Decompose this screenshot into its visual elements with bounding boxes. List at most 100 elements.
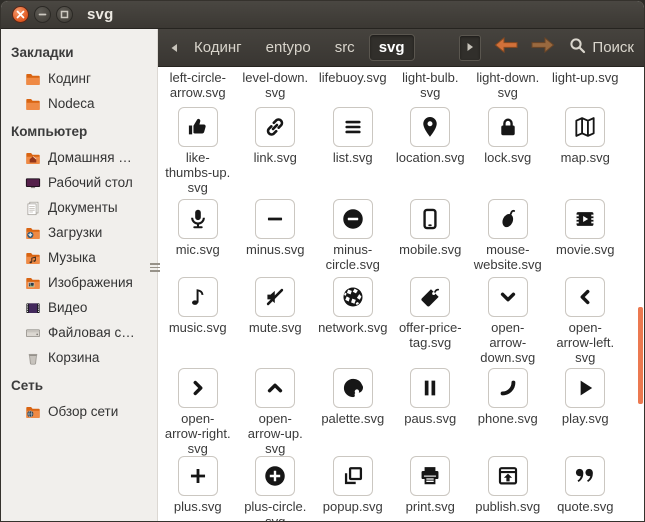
file-item[interactable]: link.svg (237, 107, 315, 195)
back-button[interactable] (494, 36, 518, 58)
path-toolbar: Кодинг entypo src svg Поиск (158, 29, 644, 67)
file-item[interactable]: offer-price- tag.svg (392, 277, 470, 365)
file-name-label: link.svg (253, 150, 297, 165)
file-item[interactable]: quote.svg (547, 456, 625, 521)
file-manager-window: svg Закладки Кодинг Nodeca Компьютер Домашня… (0, 0, 645, 522)
file-name-label: palette.svg (321, 411, 385, 426)
breadcrumb-item-svg[interactable]: svg (368, 34, 415, 61)
file-item[interactable]: map.svg (547, 107, 625, 195)
sidebar-item-videos[interactable]: Видео (1, 295, 157, 320)
file-thumbnail (255, 277, 296, 317)
sidebar-item-koding[interactable]: Кодинг (1, 66, 157, 91)
music-folder-icon (25, 250, 41, 266)
search-button[interactable]: Поиск (569, 37, 634, 59)
sidebar-item-label: Видео (48, 300, 88, 315)
sidebar-item-nodeca[interactable]: Nodeca (1, 91, 157, 116)
file-name-label: open- arrow-up. svg (247, 411, 303, 456)
file-item[interactable]: network.svg (314, 277, 392, 365)
file-item[interactable]: plus-circle. svg (237, 456, 315, 522)
sidebar-item-network-browse[interactable]: Обзор сети (1, 399, 157, 424)
documents-icon (25, 200, 41, 216)
file-item[interactable]: mobile.svg (392, 199, 470, 272)
pane-resize-handle[interactable] (150, 263, 160, 272)
mute-icon (262, 284, 288, 310)
file-item[interactable]: popup.svg (314, 456, 392, 521)
sidebar-item-documents[interactable]: Документы (1, 195, 157, 220)
file-item[interactable]: lock.svg (469, 107, 547, 195)
file-item[interactable]: minus.svg (237, 199, 315, 272)
breadcrumb-item-entypo[interactable]: entypo (256, 34, 321, 61)
play-icon (572, 375, 598, 401)
file-name-label: location.svg (395, 150, 465, 165)
file-item[interactable]: list.svg (314, 107, 392, 195)
file-thumbnail (565, 277, 606, 317)
chevron-up-icon (262, 375, 288, 401)
close-button[interactable] (12, 6, 29, 23)
file-item[interactable]: level-down. svg (237, 70, 315, 100)
search-icon (569, 37, 586, 59)
file-item[interactable]: open- arrow- down.svg (469, 277, 547, 365)
file-item[interactable]: palette.svg (314, 368, 392, 456)
mouse-icon (495, 206, 521, 232)
chevron-down-icon (495, 284, 521, 310)
file-thumbnail (332, 456, 373, 496)
sidebar-item-music[interactable]: Музыка (1, 245, 157, 270)
file-item[interactable]: play.svg (547, 368, 625, 456)
pathbar-scroll-left-icon[interactable] (170, 43, 178, 53)
sidebar-item-home[interactable]: Домашняя … (1, 145, 157, 170)
file-item[interactable]: paus.svg (392, 368, 470, 456)
file-item[interactable]: open- arrow-up. svg (237, 368, 315, 456)
file-item[interactable]: print.svg (392, 456, 470, 521)
file-item[interactable]: mic.svg (159, 199, 237, 272)
forward-button[interactable] (531, 36, 555, 58)
sidebar-item-label: Изображения (48, 275, 133, 290)
pathbar-overflow-button[interactable] (459, 34, 482, 61)
file-thumbnail (177, 456, 218, 496)
palette-icon (340, 375, 366, 401)
file-item[interactable]: movie.svg (547, 199, 625, 272)
maximize-button[interactable] (56, 6, 73, 23)
file-item[interactable]: music.svg (159, 277, 237, 365)
publish-icon (495, 463, 521, 489)
file-name-label: list.svg (332, 150, 373, 165)
file-item[interactable]: open- arrow-right. svg (159, 368, 237, 456)
sidebar-item-downloads[interactable]: Загрузки (1, 220, 157, 245)
search-label: Поиск (592, 39, 634, 56)
file-grid-row: music.svg mute.svg network.svg offer-price-… (158, 277, 644, 365)
folder-icon (25, 96, 41, 112)
titlebar[interactable]: svg (1, 1, 644, 29)
scrollbar-thumb[interactable] (638, 307, 643, 404)
close-icon (16, 10, 25, 19)
file-thumbnail (487, 456, 528, 496)
minimize-button[interactable] (34, 6, 51, 23)
file-item[interactable]: open- arrow-left. svg (547, 277, 625, 365)
sidebar-item-desktop[interactable]: Рабочий стол (1, 170, 157, 195)
chevron-left-icon (572, 284, 598, 310)
file-item[interactable]: minus- circle.svg (314, 199, 392, 272)
file-item[interactable]: light-down. svg (469, 70, 547, 100)
file-item[interactable]: mute.svg (237, 277, 315, 365)
file-item[interactable]: publish.svg (469, 456, 547, 521)
sidebar-item-pictures[interactable]: Изображения (1, 270, 157, 295)
file-grid-row: like- thumbs-up. svg link.svg list.svg loca… (158, 107, 644, 195)
file-item[interactable]: lifebuoy.svg (314, 70, 392, 100)
file-item[interactable]: location.svg (392, 107, 470, 195)
sidebar-item-filesystem[interactable]: Файловая с… (1, 320, 157, 345)
mobile-icon (417, 206, 443, 232)
sidebar-item-trash[interactable]: Корзина (1, 345, 157, 370)
file-item[interactable]: plus.svg (159, 456, 237, 521)
file-name-label: open- arrow-left. svg (556, 320, 615, 365)
file-item[interactable]: like- thumbs-up. svg (159, 107, 237, 195)
file-name-label: map.svg (560, 150, 610, 165)
file-item[interactable]: light-bulb. svg (392, 70, 470, 100)
file-name-label: plus-circle. svg (244, 499, 307, 522)
file-item[interactable]: phone.svg (469, 368, 547, 456)
file-item[interactable]: mouse- website.svg (469, 199, 547, 272)
plus-circle-icon (262, 463, 288, 489)
map-icon (572, 114, 598, 140)
breadcrumb-item-src[interactable]: src (325, 34, 365, 61)
location-pin-icon (417, 114, 443, 140)
file-item[interactable]: light-up.svg (547, 70, 625, 100)
breadcrumb-item-koding[interactable]: Кодинг (184, 34, 252, 61)
file-item[interactable]: left-circle- arrow.svg (159, 70, 237, 100)
